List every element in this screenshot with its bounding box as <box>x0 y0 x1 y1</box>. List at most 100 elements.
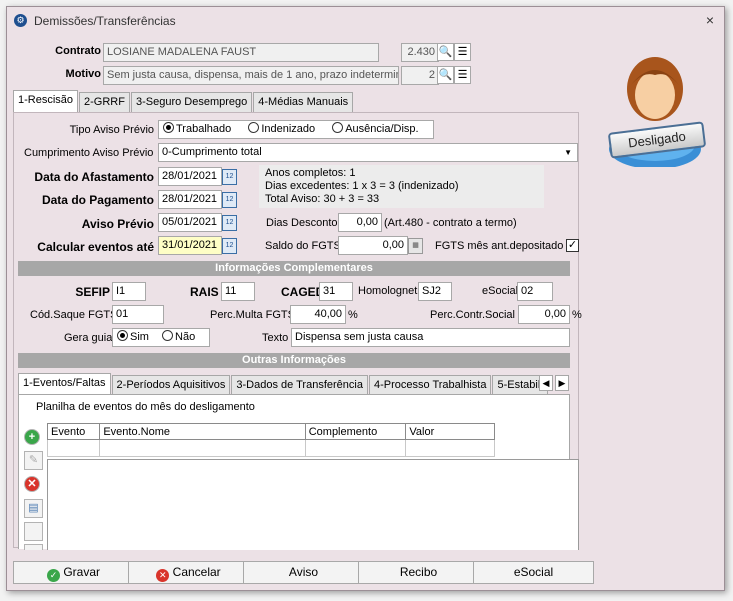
tab-rescisao[interactable]: 1-Rescisão <box>13 90 79 112</box>
main-tabs: 1-Rescisão 2-GRRF 3-Seguro Desemprego 4-… <box>13 90 354 112</box>
motivo-field[interactable]: Sem justa causa, dispensa, mais de 1 ano… <box>103 66 399 85</box>
tab-grrf[interactable]: 2-GRRF <box>79 92 130 112</box>
gravar-button[interactable]: ✓ Gravar <box>13 561 134 584</box>
calendar-icon[interactable]: 12 <box>222 238 237 254</box>
saldo-fgts-label: Saldo do FGTS <box>265 240 341 252</box>
tab-dados-transferencia[interactable]: 3-Dados de Transferência <box>231 375 368 395</box>
dias-desconto-label: Dias Desconto <box>266 217 338 229</box>
motivo-label: Motivo <box>65 68 101 80</box>
tab-eventos-faltas[interactable]: 1-Eventos/Faltas <box>18 373 111 395</box>
fgts-mes-label: FGTS mês ant.depositado <box>435 240 564 252</box>
avatar: Desligado <box>605 37 709 169</box>
perc-contr-unit: % <box>572 309 582 321</box>
fgts-mes-checkbox[interactable]: ✓ <box>566 239 579 252</box>
chevron-down-icon: ▼ <box>564 148 572 157</box>
esocial-button[interactable]: eSocial <box>473 561 594 584</box>
calculator-icon[interactable]: ▦ <box>408 238 423 254</box>
search-icon[interactable]: 🔍 <box>437 66 454 84</box>
data-pagamento-label: Data do Pagamento <box>41 193 154 207</box>
radio-nao[interactable]: Não <box>162 330 195 343</box>
caged-label: CAGED <box>281 285 325 299</box>
perc-contr-label: Perc.Contr.Social <box>430 309 515 321</box>
app-icon: ⚙ <box>14 14 27 27</box>
gera-guia-label: Gera guia <box>64 332 113 344</box>
cumprimento-label: Cumprimento Aviso Prévio <box>24 147 154 159</box>
perc-multa-label: Perc.Multa FGTS <box>210 309 295 321</box>
radio-sim[interactable]: Sim <box>117 330 149 343</box>
list-icon[interactable]: ☰ <box>454 66 471 84</box>
dias-desconto-field[interactable]: 0,00 <box>338 213 382 232</box>
close-button[interactable]: × <box>706 12 714 28</box>
radio-ausencia[interactable]: Ausência/Disp. <box>332 122 419 135</box>
cod-saque-label: Cód.Saque FGTS <box>30 309 118 321</box>
sefip-field[interactable]: I1 <box>112 282 146 301</box>
caged-field[interactable]: 31 <box>319 282 353 301</box>
tab-processo-trabalhista[interactable]: 4-Processo Trabalhista <box>368 375 492 395</box>
outras-header: Outras Informações <box>18 353 570 368</box>
esocial-field[interactable]: 02 <box>517 282 553 301</box>
dias-desconto-note: (Art.480 - contrato a termo) <box>384 217 517 229</box>
eventos-table[interactable]: Evento Evento.Nome Complemento Valor <box>46 423 495 457</box>
motivo-code-field[interactable]: 2 <box>401 66 439 85</box>
perc-multa-unit: % <box>348 309 358 321</box>
tab-medias-manuais[interactable]: 4-Médias Manuais <box>253 92 354 112</box>
sefip-label: SEFIP <box>75 285 110 299</box>
tipo-aviso-label: Tipo Aviso Prévio <box>69 124 154 136</box>
gera-guia-group: Sim Não <box>112 328 210 347</box>
check-icon: ✓ <box>46 569 60 582</box>
radio-trabalhado[interactable]: Trabalhado <box>163 122 231 135</box>
radio-indenizado[interactable]: Indenizado <box>248 122 315 135</box>
col-valor[interactable]: Valor <box>405 423 495 440</box>
window-title: Demissões/Transferências <box>34 14 176 28</box>
aviso-previo-field[interactable]: 05/01/2021 <box>158 213 222 232</box>
tab-scroll-right-icon[interactable]: ▶ <box>555 375 569 391</box>
contrato-label: Contrato <box>55 45 101 57</box>
info-comp-header: Informações Complementares <box>18 261 570 276</box>
contrato-code-field[interactable]: 2.430 <box>401 43 439 62</box>
data-afastamento-label: Data do Afastamento <box>34 170 154 184</box>
perc-multa-field[interactable]: 40,00 <box>290 305 346 324</box>
search-icon[interactable]: 🔍 <box>437 43 454 61</box>
more-button[interactable] <box>24 544 43 550</box>
calendar-icon[interactable]: 12 <box>222 192 237 208</box>
tab-periodos-aquisitivos[interactable]: 2-Períodos Aquisitivos <box>111 375 231 395</box>
data-afastamento-field[interactable]: 28/01/2021 <box>158 167 222 186</box>
cancelar-button[interactable]: ✕ Cancelar <box>128 561 249 584</box>
tab-scroll-left-icon[interactable]: ◀ <box>539 375 553 391</box>
calendar-icon[interactable]: 12 <box>222 169 237 185</box>
delete-icon[interactable]: ✕ <box>24 476 40 492</box>
col-complemento[interactable]: Complemento <box>304 423 407 440</box>
outras-tabs: 1-Eventos/Faltas 2-Períodos Aquisitivos … <box>18 373 548 395</box>
texto-label: Texto <box>262 332 289 344</box>
texto-field[interactable]: Dispensa sem justa causa <box>291 328 570 347</box>
calcular-field[interactable]: 31/01/2021 <box>158 236 222 255</box>
calcular-label: Calcular eventos até <box>37 240 154 254</box>
planilha-label: Planilha de eventos do mês do desligamen… <box>36 401 255 413</box>
saldo-fgts-field[interactable]: 0,00 <box>338 236 408 255</box>
table-row[interactable] <box>46 439 495 457</box>
cumprimento-select[interactable]: 0-Cumprimento total ▼ <box>158 143 578 162</box>
recibo-button[interactable]: Recibo <box>358 561 479 584</box>
tab-seguro-desemprego[interactable]: 3-Seguro Desemprego <box>130 92 253 112</box>
table-icon[interactable]: ▤ <box>24 499 43 518</box>
blank-button[interactable] <box>24 522 43 541</box>
eventos-panel: Planilha de eventos do mês do desligamen… <box>18 394 579 550</box>
contrato-name-field[interactable]: LOSIANE MADALENA FAUST <box>103 43 379 62</box>
rais-field[interactable]: 11 <box>221 282 255 301</box>
rais-label: RAIS <box>190 285 219 299</box>
data-pagamento-field[interactable]: 28/01/2021 <box>158 190 222 209</box>
add-icon[interactable]: + <box>24 429 40 445</box>
list-icon[interactable]: ☰ <box>454 43 471 61</box>
demissoes-window: ⚙ Demissões/Transferências × Contrato LO… <box>6 6 725 591</box>
homolognet-label: Homolognet <box>358 285 418 297</box>
homolognet-field[interactable]: SJ2 <box>418 282 452 301</box>
cod-saque-field[interactable]: 01 <box>112 305 164 324</box>
calendar-icon[interactable]: 12 <box>222 215 237 231</box>
edit-icon[interactable]: ✎ <box>24 451 43 470</box>
aviso-button[interactable]: Aviso <box>243 561 364 584</box>
title-bar: ⚙ Demissões/Transferências × <box>7 7 724 33</box>
esocial-label: eSocial <box>482 285 519 297</box>
perc-contr-field[interactable]: 0,00 <box>518 305 570 324</box>
col-evento[interactable]: Evento <box>46 423 101 440</box>
col-evento-nome[interactable]: Evento.Nome <box>99 423 306 440</box>
